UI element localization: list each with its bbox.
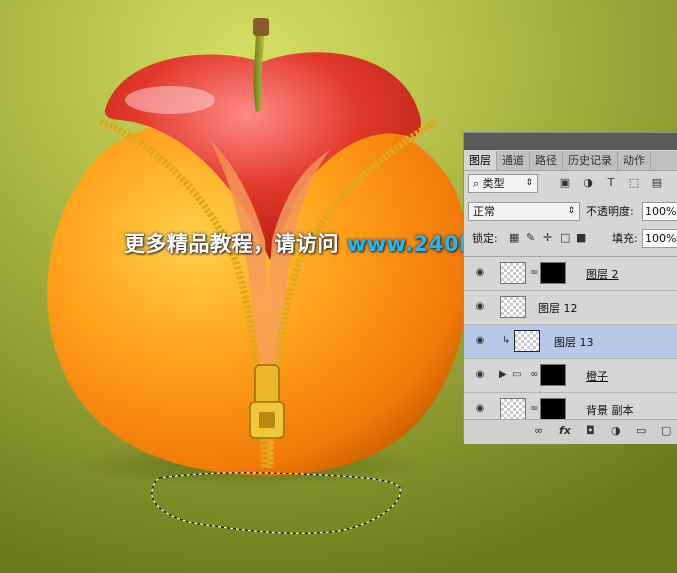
adjustment-filter-icon[interactable]: ◑ bbox=[581, 176, 595, 190]
layer-name: 橙子 bbox=[586, 370, 608, 383]
chevron-updown-icon: ⇕ bbox=[525, 178, 533, 188]
layers-panel: 图层 通道 路径 历史记录 动作 ⌕ 类型 ⇕ ▣ ◑ T ⬚ ▤ 正常 ⇕ 不… bbox=[463, 132, 677, 444]
panel-title-strip[interactable] bbox=[464, 133, 677, 150]
search-icon: ⌕ bbox=[473, 177, 480, 190]
layer-thumbnail bbox=[500, 262, 526, 284]
apple-highlight bbox=[125, 86, 215, 114]
layer-mask-thumbnail[interactable] bbox=[540, 398, 566, 419]
adjustment-layer-icon[interactable]: ◑ bbox=[611, 424, 621, 437]
opacity-input[interactable]: 100% bbox=[642, 202, 677, 221]
new-layer-icon[interactable]: ▢ bbox=[661, 424, 671, 437]
lock-position-icon[interactable]: ✛ bbox=[543, 231, 552, 244]
layer-thumbnail bbox=[500, 398, 526, 419]
fx-icon[interactable]: fx bbox=[559, 424, 571, 437]
filter-row: ⌕ 类型 ⇕ ▣ ◑ T ⬚ ▤ bbox=[464, 173, 677, 195]
link-icon[interactable]: ∞ bbox=[530, 369, 538, 380]
tab-layers[interactable]: 图层 bbox=[464, 151, 497, 170]
tab-paths[interactable]: 路径 bbox=[530, 151, 563, 170]
opacity-label: 不透明度: bbox=[586, 205, 634, 218]
zipper-pull bbox=[249, 364, 285, 439]
link-layers-icon[interactable]: ∞ bbox=[534, 424, 543, 437]
layer-thumbnail bbox=[500, 296, 526, 318]
lock-all-icon[interactable]: ■ bbox=[576, 231, 586, 244]
panel-bottom-bar: ∞ fx ◘ ◑ ▭ ▢ bbox=[464, 419, 677, 444]
tab-actions[interactable]: 动作 bbox=[618, 151, 651, 170]
layer-mask-thumbnail[interactable] bbox=[540, 364, 566, 386]
clipping-arrow-icon: ↳ bbox=[502, 335, 511, 346]
new-group-icon[interactable]: ▭ bbox=[636, 424, 646, 437]
link-icon[interactable]: ∞ bbox=[530, 403, 538, 414]
smart-object-filter-icon[interactable]: ▤ bbox=[650, 176, 664, 190]
eye-icon[interactable]: ◉ bbox=[473, 403, 487, 415]
watermark-text: 更多精品教程，请访问 bbox=[124, 232, 339, 256]
folder-icon: ▭ bbox=[512, 369, 522, 380]
text-filter-icon[interactable]: T bbox=[604, 176, 618, 190]
layer-row[interactable]: ◉ 图层 12 bbox=[464, 291, 677, 325]
layer-row[interactable]: ◉ ∞ 图层 2 bbox=[464, 257, 677, 291]
blend-row: 正常 ⇕ 不透明度: 100% bbox=[464, 202, 677, 224]
tab-history[interactable]: 历史记录 bbox=[563, 151, 618, 170]
shape-filter-icon[interactable]: ⬚ bbox=[627, 176, 641, 190]
stem-cap bbox=[253, 18, 269, 36]
filter-kind-select[interactable]: ⌕ 类型 ⇕ bbox=[468, 174, 538, 193]
lock-artboard-icon[interactable]: □ bbox=[560, 231, 570, 244]
blend-mode-value: 正常 bbox=[473, 205, 495, 218]
layer-name: 图层 12 bbox=[538, 302, 578, 315]
layer-name: 图层 2 bbox=[586, 268, 619, 281]
layer-row[interactable]: ◉ ∞ 背景 副本 bbox=[464, 393, 677, 419]
layer-name: 背景 副本 bbox=[586, 404, 634, 417]
tab-channels[interactable]: 通道 bbox=[497, 151, 530, 170]
lock-row: 锁定: ▦ ✎ ✛ □ ■ 填充: 100% bbox=[464, 229, 677, 251]
layers-list: ◉ ∞ 图层 2 ◉ 图层 12 ◉ ↳ 图层 13 ◉ ▶ ▭ ∞ 橙子 ◉ bbox=[464, 256, 677, 419]
lock-label: 锁定: bbox=[472, 232, 498, 245]
blend-mode-select[interactable]: 正常 ⇕ bbox=[468, 202, 580, 221]
filter-kind-value: 类型 bbox=[482, 177, 505, 190]
disclosure-triangle-icon[interactable]: ▶ bbox=[499, 369, 507, 380]
link-icon[interactable]: ∞ bbox=[530, 267, 538, 278]
image-filter-icon[interactable]: ▣ bbox=[558, 176, 572, 190]
fill-input[interactable]: 100% bbox=[642, 229, 677, 248]
layer-mask-thumbnail[interactable] bbox=[540, 262, 566, 284]
fill-label: 填充: bbox=[612, 232, 638, 245]
add-mask-icon[interactable]: ◘ bbox=[586, 424, 595, 437]
lock-transparent-icon[interactable]: ▦ bbox=[509, 231, 519, 244]
eye-icon[interactable]: ◉ bbox=[473, 267, 487, 279]
lock-image-icon[interactable]: ✎ bbox=[526, 231, 535, 244]
layer-row-selected[interactable]: ◉ ↳ 图层 13 bbox=[464, 325, 677, 359]
eye-icon[interactable]: ◉ bbox=[473, 301, 487, 313]
eye-icon[interactable]: ◉ bbox=[473, 369, 487, 381]
panel-tabs: 图层 通道 路径 历史记录 动作 bbox=[464, 151, 677, 171]
layer-name: 图层 13 bbox=[554, 336, 594, 349]
layer-thumbnail bbox=[514, 330, 540, 352]
chevron-updown-icon: ⇕ bbox=[567, 206, 575, 216]
layer-row[interactable]: ◉ ▶ ▭ ∞ 橙子 bbox=[464, 359, 677, 393]
eye-icon[interactable]: ◉ bbox=[473, 335, 487, 347]
